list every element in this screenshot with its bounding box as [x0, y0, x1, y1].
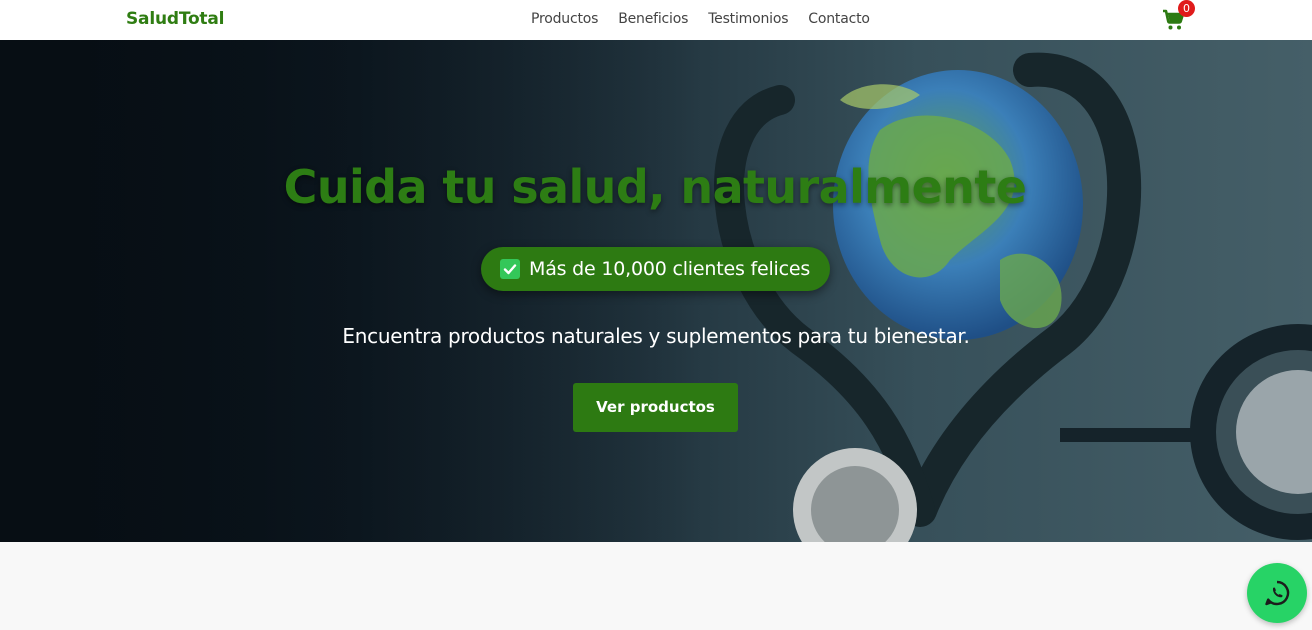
view-products-button[interactable]: Ver productos: [573, 383, 738, 432]
happy-customers-badge: Más de 10,000 clientes felices: [481, 247, 830, 291]
cart-count-badge: 0: [1178, 0, 1195, 17]
nav-link-productos[interactable]: Productos: [531, 11, 598, 27]
hero-section: Cuida tu salud, naturalmente Más de 10,0…: [0, 40, 1312, 542]
hero-background-image: [0, 40, 1312, 542]
top-navbar: SaludTotal Productos Beneficios Testimon…: [0, 0, 1312, 40]
hero-subtitle: Encuentra productos naturales y suplemen…: [342, 324, 970, 348]
check-square-icon: [500, 259, 520, 279]
brand-logo[interactable]: SaludTotal: [126, 9, 224, 29]
nav-link-testimonios[interactable]: Testimonios: [708, 11, 788, 27]
whatsapp-icon: [1265, 580, 1290, 606]
nav-links: Productos Beneficios Testimonios Contact…: [531, 11, 870, 27]
nav-link-contacto[interactable]: Contacto: [808, 11, 870, 27]
badge-text: Más de 10,000 clientes felices: [529, 258, 811, 280]
whatsapp-button[interactable]: [1247, 563, 1307, 623]
hero-title: Cuida tu salud, naturalmente: [283, 160, 1027, 214]
nav-link-beneficios[interactable]: Beneficios: [618, 11, 688, 27]
